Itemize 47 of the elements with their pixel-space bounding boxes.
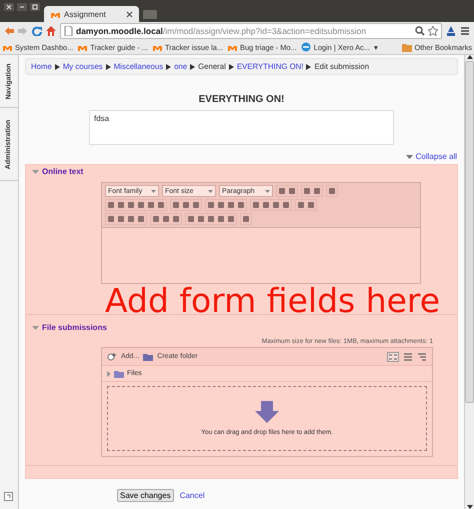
folder-icon <box>402 42 412 52</box>
address-bar[interactable]: damyon.moodle.local/im/mod/assign/view.php?id=3&action=editsubmission <box>60 23 442 39</box>
arrow-right-icon <box>54 64 60 70</box>
url-text: damyon.moodle.local/im/mod/assign/view.php?id=3&action=editsubmission <box>76 26 366 36</box>
back-arrow-icon[interactable] <box>4 26 14 36</box>
globe-icon <box>300 42 312 52</box>
down-arrow-icon <box>255 401 279 423</box>
search-icon[interactable] <box>415 26 425 36</box>
folder-icon <box>143 352 154 361</box>
scroll-down-icon[interactable] <box>466 505 472 509</box>
reload-icon[interactable] <box>32 26 42 36</box>
forward-arrow-icon[interactable] <box>18 26 28 36</box>
arrow-right-icon <box>106 64 111 70</box>
maximize-icon[interactable] <box>30 3 40 11</box>
star-icon[interactable] <box>428 26 438 36</box>
triangle-right-icon <box>107 370 111 376</box>
browser-tab[interactable]: Assignment <box>44 6 139 22</box>
intro-box: fdsa <box>89 110 394 145</box>
grid-view-icon[interactable] <box>387 352 399 362</box>
close-icon[interactable] <box>4 3 14 11</box>
close-icon[interactable] <box>126 10 133 18</box>
folder-icon <box>114 369 124 378</box>
save-button[interactable]: Save changes <box>117 489 174 502</box>
menu-icon[interactable] <box>460 26 470 36</box>
tree-view-icon[interactable] <box>417 352 427 362</box>
add-file-icon <box>107 352 117 361</box>
caret-icon <box>151 190 156 192</box>
overlay-text: Add form fields here <box>105 281 440 320</box>
list-view-icon[interactable] <box>403 352 413 362</box>
home-icon[interactable] <box>46 26 56 36</box>
caret-icon <box>208 190 213 192</box>
arrow-right-icon <box>166 64 172 70</box>
section-toggle[interactable]: File submissions <box>42 323 107 332</box>
arrow-right-icon <box>306 64 312 70</box>
section-toggle[interactable]: Online text <box>42 167 84 176</box>
cancel-link[interactable]: Cancel <box>180 491 205 500</box>
tab-title: Assignment <box>64 10 107 18</box>
caret-icon <box>265 190 270 192</box>
page-title: EVERYTHING ON! <box>198 94 286 105</box>
dock-icon[interactable] <box>4 492 13 501</box>
collapse-all-link[interactable]: Collapse all <box>416 152 457 161</box>
scrollbar-thumb[interactable] <box>465 61 474 403</box>
arrow-right-icon <box>228 64 234 70</box>
page-icon <box>64 26 73 36</box>
arrow-right-icon <box>190 64 196 70</box>
minimize-icon[interactable] <box>17 3 27 11</box>
triangle-down-icon <box>406 154 413 158</box>
